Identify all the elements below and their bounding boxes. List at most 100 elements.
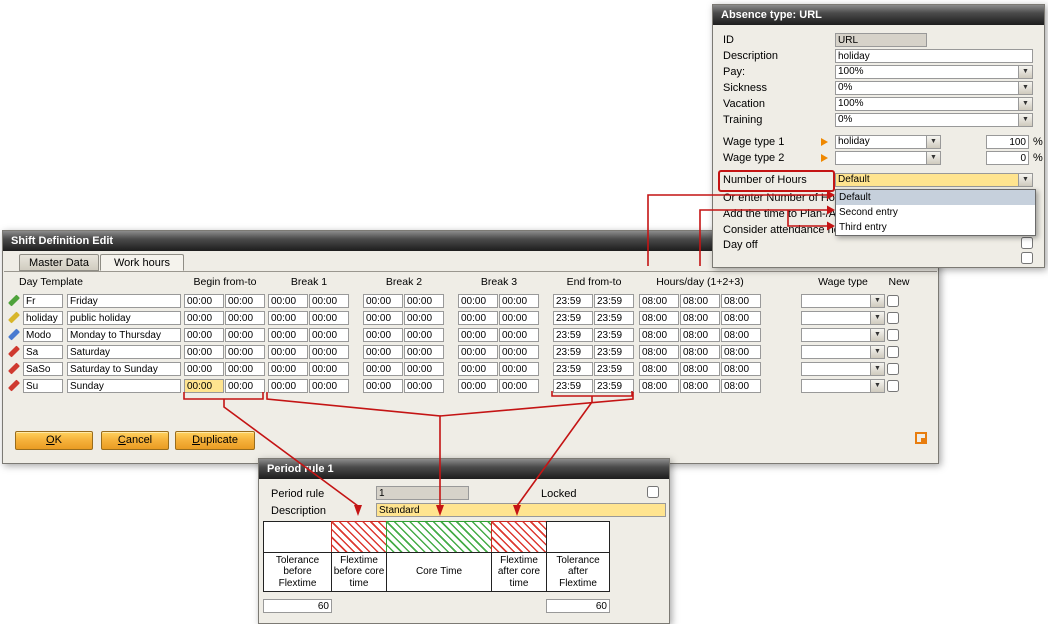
- begin-to-input[interactable]: [225, 294, 265, 308]
- training-select[interactable]: 0% ▼: [835, 113, 1033, 127]
- hours-1-input[interactable]: [639, 311, 679, 325]
- end-to-input[interactable]: [594, 379, 634, 393]
- hours-2-input[interactable]: [680, 379, 720, 393]
- break3-to-input[interactable]: [499, 328, 539, 342]
- break3-from-input[interactable]: [458, 345, 498, 359]
- wage-type-select[interactable]: ▼: [801, 328, 885, 342]
- break1-to-input[interactable]: [309, 311, 349, 325]
- duplicate-button[interactable]: Duplicate: [175, 431, 255, 450]
- wage-type-1-percent-field[interactable]: [986, 135, 1029, 149]
- break3-to-input[interactable]: [499, 345, 539, 359]
- tab-work-hours[interactable]: Work hours: [100, 254, 184, 271]
- break2-from-input[interactable]: [363, 294, 403, 308]
- end-from-input[interactable]: [553, 345, 593, 359]
- tolerance-after-minutes-field[interactable]: [546, 599, 610, 613]
- day-name-input[interactable]: [67, 294, 181, 308]
- break3-from-input[interactable]: [458, 294, 498, 308]
- day-code-input[interactable]: [23, 345, 63, 359]
- break2-from-input[interactable]: [363, 379, 403, 393]
- break3-to-input[interactable]: [499, 362, 539, 376]
- new-checkbox[interactable]: [887, 312, 899, 324]
- absence-window-titlebar[interactable]: Absence type: URL: [713, 5, 1044, 25]
- begin-from-input[interactable]: [184, 362, 224, 376]
- hours-3-input[interactable]: [721, 345, 761, 359]
- day-off-checkbox[interactable]: [1021, 237, 1033, 249]
- day-code-input[interactable]: [23, 379, 63, 393]
- new-checkbox[interactable]: [887, 346, 899, 358]
- hours-1-input[interactable]: [639, 362, 679, 376]
- hours-3-input[interactable]: [721, 328, 761, 342]
- break1-from-input[interactable]: [268, 311, 308, 325]
- hours-3-input[interactable]: [721, 311, 761, 325]
- break1-from-input[interactable]: [268, 345, 308, 359]
- hours-2-input[interactable]: [680, 328, 720, 342]
- wage-type-select[interactable]: ▼: [801, 362, 885, 376]
- combo-arrow-icon[interactable]: ▼: [1018, 66, 1032, 78]
- break2-from-input[interactable]: [363, 328, 403, 342]
- begin-from-input[interactable]: [184, 328, 224, 342]
- begin-to-input[interactable]: [225, 362, 265, 376]
- new-checkbox[interactable]: [887, 329, 899, 341]
- tab-master-data[interactable]: Master Data: [19, 254, 99, 271]
- combo-arrow-icon[interactable]: ▼: [870, 295, 884, 307]
- break1-from-input[interactable]: [268, 379, 308, 393]
- break2-to-input[interactable]: [404, 345, 444, 359]
- end-to-input[interactable]: [594, 294, 634, 308]
- day-code-input[interactable]: [23, 328, 63, 342]
- break2-to-input[interactable]: [404, 362, 444, 376]
- break1-to-input[interactable]: [309, 345, 349, 359]
- hours-1-input[interactable]: [639, 379, 679, 393]
- break2-from-input[interactable]: [363, 345, 403, 359]
- day-name-input[interactable]: [67, 345, 181, 359]
- begin-from-input[interactable]: [184, 345, 224, 359]
- break1-to-input[interactable]: [309, 294, 349, 308]
- cancel-button[interactable]: Cancel: [101, 431, 169, 450]
- day-name-input[interactable]: [67, 311, 181, 325]
- break1-from-input[interactable]: [268, 328, 308, 342]
- combo-arrow-icon[interactable]: ▼: [926, 136, 940, 148]
- begin-from-input[interactable]: [184, 294, 224, 308]
- hours-2-input[interactable]: [680, 294, 720, 308]
- combo-arrow-icon[interactable]: ▼: [1018, 82, 1032, 94]
- day-code-input[interactable]: [23, 311, 63, 325]
- combo-arrow-icon[interactable]: ▼: [926, 152, 940, 164]
- break3-from-input[interactable]: [458, 311, 498, 325]
- day-name-input[interactable]: [67, 362, 181, 376]
- dropdown-item-default[interactable]: Default: [836, 190, 1035, 205]
- hours-1-input[interactable]: [639, 294, 679, 308]
- day-name-input[interactable]: [67, 379, 181, 393]
- period-window-titlebar[interactable]: Period rule 1: [259, 459, 669, 479]
- ok-button[interactable]: OK: [15, 431, 93, 450]
- wage-type-2-select[interactable]: ▼: [835, 151, 941, 165]
- combo-arrow-icon[interactable]: ▼: [870, 329, 884, 341]
- begin-to-input[interactable]: [225, 328, 265, 342]
- break3-from-input[interactable]: [458, 328, 498, 342]
- link-arrow-icon[interactable]: [821, 154, 828, 162]
- hours-2-input[interactable]: [680, 362, 720, 376]
- wage-type-select[interactable]: ▼: [801, 379, 885, 393]
- hours-1-input[interactable]: [639, 345, 679, 359]
- day-code-input[interactable]: [23, 362, 63, 376]
- link-arrow-icon[interactable]: [821, 138, 828, 146]
- end-to-input[interactable]: [594, 311, 634, 325]
- break3-from-input[interactable]: [458, 379, 498, 393]
- hours-2-input[interactable]: [680, 345, 720, 359]
- break3-to-input[interactable]: [499, 311, 539, 325]
- hours-1-input[interactable]: [639, 328, 679, 342]
- new-checkbox[interactable]: [887, 363, 899, 375]
- begin-to-input[interactable]: [225, 311, 265, 325]
- break1-to-input[interactable]: [309, 328, 349, 342]
- day-name-input[interactable]: [67, 328, 181, 342]
- end-to-input[interactable]: [594, 345, 634, 359]
- end-to-input[interactable]: [594, 328, 634, 342]
- break1-from-input[interactable]: [268, 294, 308, 308]
- wage-type-select[interactable]: ▼: [801, 345, 885, 359]
- new-checkbox[interactable]: [887, 295, 899, 307]
- wage-type-select[interactable]: ▼: [801, 294, 885, 308]
- dropdown-item-third-entry[interactable]: Third entry: [836, 220, 1035, 235]
- end-from-input[interactable]: [553, 379, 593, 393]
- new-checkbox[interactable]: [887, 380, 899, 392]
- break3-from-input[interactable]: [458, 362, 498, 376]
- combo-arrow-icon[interactable]: ▼: [870, 380, 884, 392]
- break2-from-input[interactable]: [363, 311, 403, 325]
